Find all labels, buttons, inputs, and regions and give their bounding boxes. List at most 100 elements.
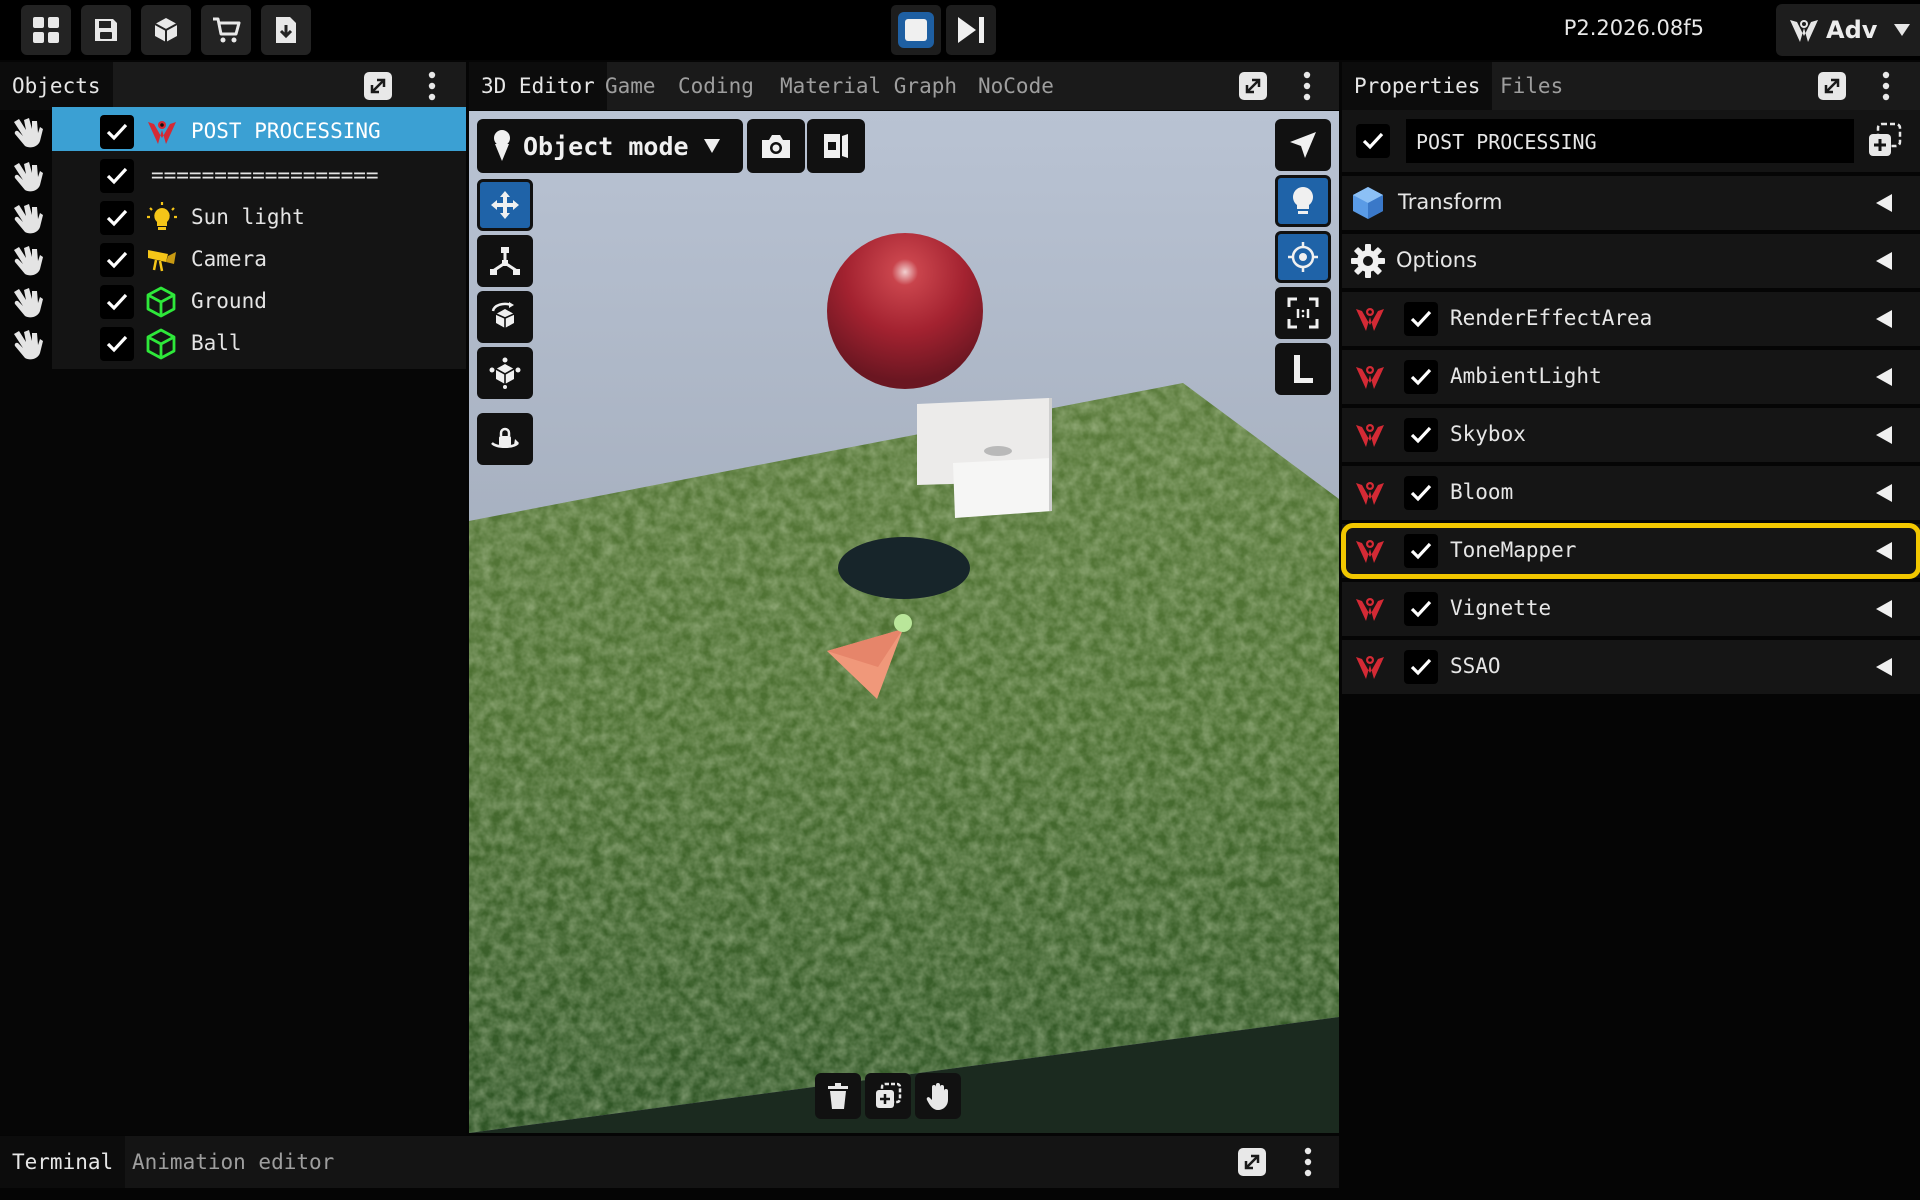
post-processing-icon	[1356, 366, 1384, 389]
gear-icon	[1351, 244, 1385, 278]
rotate-cube-icon	[491, 302, 515, 328]
focus-target-button[interactable]	[1275, 231, 1331, 283]
drag-handle[interactable]	[10, 160, 44, 194]
rotate-tool-button[interactable]	[477, 291, 533, 343]
object-row[interactable]: Ball	[0, 319, 466, 369]
component-row[interactable]: SSAO	[1342, 640, 1920, 694]
stop-button[interactable]	[891, 5, 941, 55]
properties-menu-button[interactable]	[1868, 68, 1904, 104]
object-visible-checkbox[interactable]	[100, 159, 134, 193]
object-name-input[interactable]: POST PROCESSING	[1406, 119, 1854, 163]
tab-animation-editor[interactable]: Animation editor	[120, 1136, 346, 1188]
export-button[interactable]	[261, 5, 311, 55]
editor-tabs-header: 3D Editor Game Coding Material Graph NoC…	[469, 62, 1339, 110]
properties-panel: POST PROCESSING Transform Options Render…	[1341, 110, 1920, 1200]
tab-material-graph[interactable]: Material Graph	[768, 62, 969, 110]
collapse-arrow-icon	[1876, 194, 1892, 212]
local-space-button[interactable]	[1275, 343, 1331, 395]
mode-menu-button[interactable]: Adv	[1776, 4, 1920, 56]
component-label: AmbientLight	[1450, 364, 1602, 388]
drag-handle[interactable]	[10, 202, 44, 236]
object-visible-checkbox[interactable]	[100, 115, 134, 149]
tab-files[interactable]: Files	[1488, 62, 1575, 110]
object-type-icon	[146, 328, 178, 360]
component-enabled-checkbox[interactable]	[1404, 418, 1438, 452]
object-enabled-checkbox[interactable]	[1356, 124, 1390, 158]
component-row[interactable]: Vignette	[1342, 582, 1920, 636]
component-row[interactable]: AmbientLight	[1342, 350, 1920, 404]
view-toggle-button[interactable]	[807, 119, 865, 173]
transform-tool-button[interactable]	[477, 347, 533, 399]
tab-game[interactable]: Game	[593, 62, 668, 110]
drag-handle-icon	[14, 118, 43, 148]
maximize-panel-button[interactable]	[360, 68, 396, 104]
duplicate-button[interactable]	[865, 1073, 911, 1119]
maximize-properties-button[interactable]	[1814, 68, 1850, 104]
drag-handle[interactable]	[10, 328, 44, 362]
object-mode-dropdown[interactable]: Object mode	[477, 119, 743, 173]
tab-coding[interactable]: Coding	[666, 62, 766, 110]
screenshot-button[interactable]	[747, 119, 805, 173]
transform-section[interactable]: Transform	[1342, 176, 1920, 230]
component-enabled-checkbox[interactable]	[1404, 476, 1438, 510]
tab-terminal[interactable]: Terminal	[0, 1136, 126, 1188]
component-enabled-checkbox[interactable]	[1404, 592, 1438, 626]
delete-button[interactable]	[815, 1073, 861, 1119]
checkmark-icon	[106, 123, 128, 141]
add-component-button[interactable]	[1866, 122, 1904, 160]
checkmark-icon	[106, 293, 128, 311]
drag-handle[interactable]	[10, 286, 44, 320]
scene-render	[469, 111, 1339, 1133]
tab-3d-editor[interactable]: 3D Editor	[469, 62, 607, 110]
component-label: Skybox	[1450, 422, 1526, 446]
chevron-down-icon	[1894, 24, 1911, 36]
tab-properties[interactable]: Properties	[1342, 62, 1493, 110]
collapse-arrow-icon	[1876, 426, 1892, 444]
actual-size-button[interactable]	[1275, 287, 1331, 339]
component-row[interactable]: Bloom	[1342, 466, 1920, 520]
drag-handle[interactable]	[10, 244, 44, 278]
move-arrows-icon	[491, 191, 519, 219]
object-row[interactable]: POST PROCESSING	[0, 107, 466, 157]
lock-orbit-icon	[491, 427, 519, 448]
drag-handle[interactable]	[10, 116, 44, 150]
object-visible-checkbox[interactable]	[100, 201, 134, 235]
options-section[interactable]: Options	[1342, 234, 1920, 288]
objects-panel-header: Objects	[0, 62, 466, 110]
editor-menu-button[interactable]	[1289, 68, 1325, 104]
stop-icon	[898, 12, 934, 48]
save-button[interactable]	[81, 5, 131, 55]
lighting-toggle-button[interactable]	[1275, 175, 1331, 227]
objects-menu-button[interactable]	[414, 68, 450, 104]
terminal-menu-button[interactable]	[1290, 1144, 1326, 1180]
object-visible-checkbox[interactable]	[100, 285, 134, 319]
axis-gizmo-icon	[490, 247, 520, 275]
store-button[interactable]	[201, 5, 251, 55]
post-processing-icon	[1356, 424, 1384, 447]
cursor-arrow-icon	[1290, 132, 1316, 158]
step-button[interactable]	[946, 5, 996, 55]
component-row[interactable]: ToneMapper	[1341, 523, 1920, 579]
object-type-icon	[146, 116, 178, 148]
grab-button[interactable]	[915, 1073, 961, 1119]
select-pointer-button[interactable]	[1275, 119, 1331, 171]
maximize-editor-button[interactable]	[1235, 68, 1271, 104]
assets-button[interactable]	[141, 5, 191, 55]
component-enabled-checkbox[interactable]	[1404, 650, 1438, 684]
component-enabled-checkbox[interactable]	[1404, 360, 1438, 394]
tab-objects[interactable]: Objects	[0, 62, 113, 110]
component-enabled-checkbox[interactable]	[1404, 302, 1438, 336]
tab-nocode[interactable]: NoCode	[966, 62, 1066, 110]
object-visible-checkbox[interactable]	[100, 243, 134, 277]
component-row[interactable]: Skybox	[1342, 408, 1920, 462]
checkmark-icon	[1410, 658, 1432, 676]
lock-camera-button[interactable]	[477, 413, 533, 465]
component-row[interactable]: RenderEffectArea	[1342, 292, 1920, 346]
component-type-icon	[1354, 303, 1386, 335]
maximize-terminal-button[interactable]	[1234, 1144, 1270, 1180]
scale-tool-button[interactable]	[477, 235, 533, 287]
3d-viewport[interactable]: Object mode	[469, 111, 1339, 1133]
move-tool-button[interactable]	[477, 179, 533, 231]
scenes-grid-button[interactable]	[21, 5, 71, 55]
object-visible-checkbox[interactable]	[100, 327, 134, 361]
